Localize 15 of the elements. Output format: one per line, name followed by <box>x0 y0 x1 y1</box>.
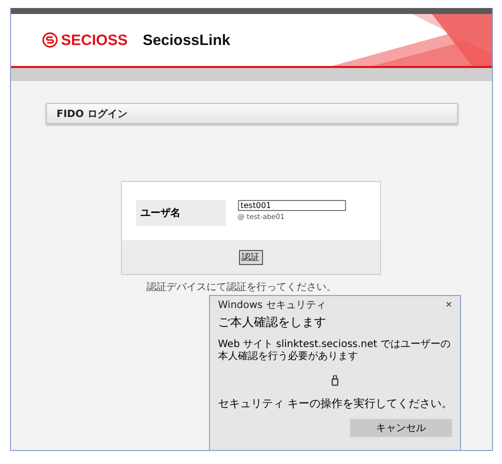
dialog-heading: ご本人確認をします <box>218 314 327 331</box>
logo-icon <box>42 32 58 48</box>
product-name: SeciossLink <box>142 32 230 48</box>
security-key-icon <box>331 375 339 386</box>
username-field[interactable]: test001 <box>238 200 346 211</box>
dialog-instruction: セキュリティ キーの操作を実行してください。 <box>218 396 452 411</box>
hint-text: 認証デバイスにて認証を行ってください。 <box>146 280 336 294</box>
brand-name: SECIOSS <box>61 32 128 48</box>
panel-title: FIDO ログイン <box>56 108 128 120</box>
dialog-message: Web サイト slinktest.secioss.net ではユーザーの本人確認を行う必要があります <box>218 339 452 363</box>
close-button[interactable]: × <box>446 299 452 311</box>
dialog-title: Windows セキュリティ <box>218 299 326 312</box>
auth-button[interactable]: 認証 <box>238 250 262 264</box>
username-label: ユーザ名 <box>136 200 226 226</box>
cancel-button[interactable]: キャンセル <box>350 419 452 437</box>
